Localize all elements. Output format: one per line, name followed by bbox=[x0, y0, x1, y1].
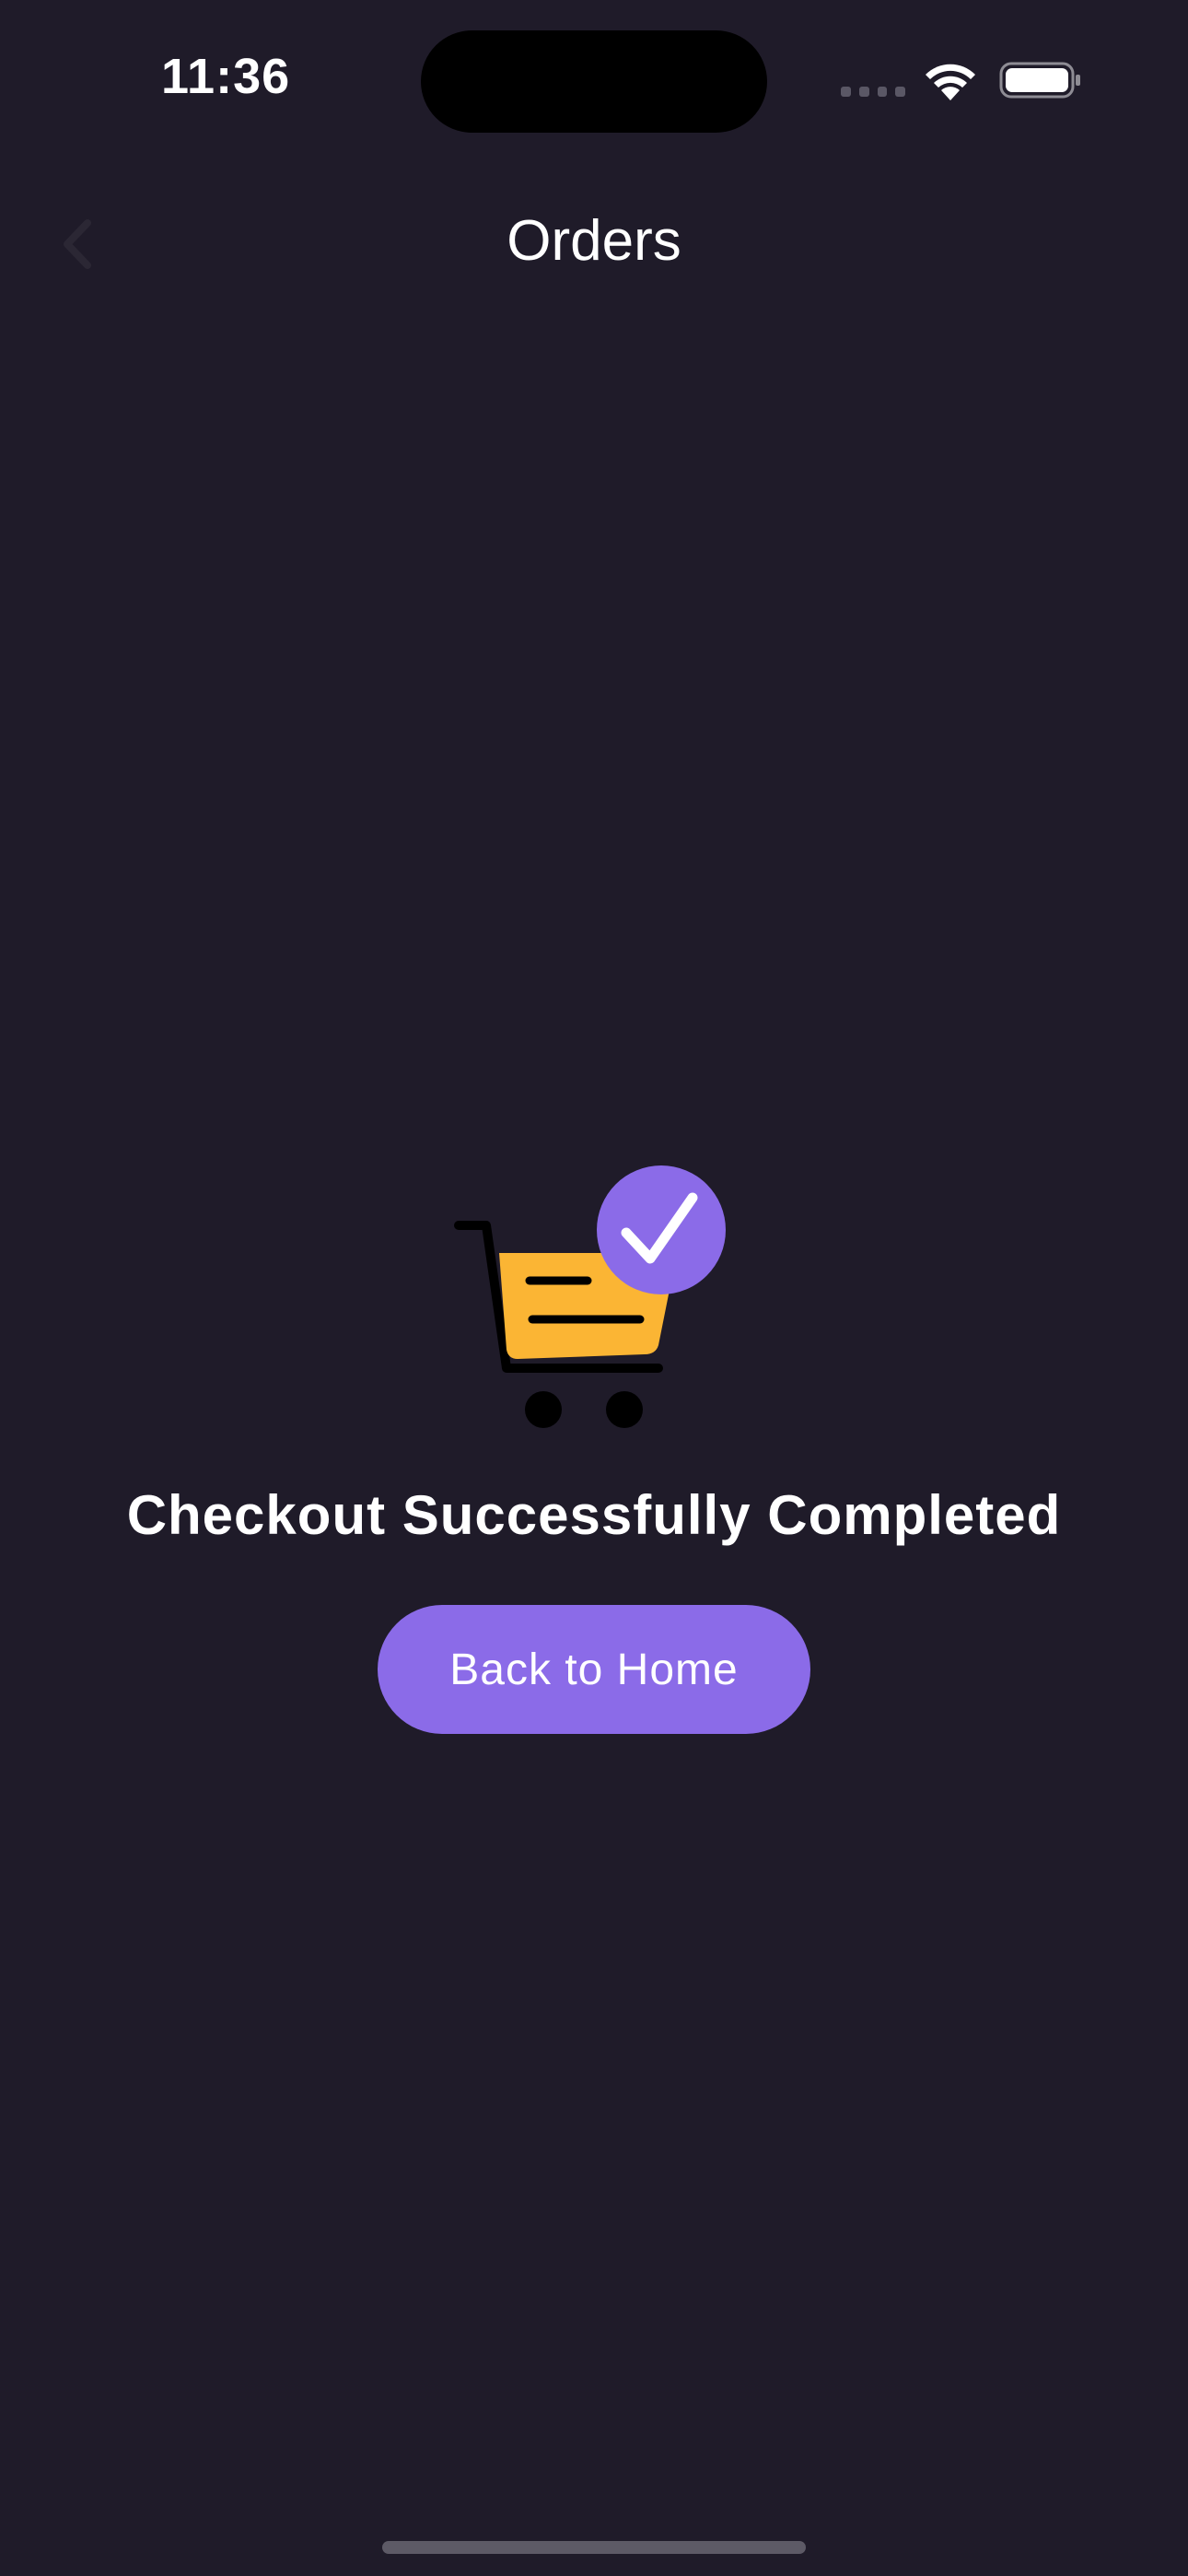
status-time: 11:36 bbox=[161, 49, 291, 104]
battery-icon bbox=[999, 62, 1080, 99]
success-title: Checkout Successfully Completed bbox=[126, 1484, 1062, 1546]
dynamic-island bbox=[421, 30, 767, 133]
page-title: Orders bbox=[507, 209, 681, 273]
cart-checkmark-icon bbox=[454, 1165, 726, 1428]
back-to-home-button[interactable]: Back to Home bbox=[378, 1605, 810, 1734]
status-bar: 11:36 bbox=[0, 0, 1188, 157]
signal-dots-icon bbox=[841, 87, 905, 100]
navigation-bar: Orders bbox=[0, 184, 1188, 304]
home-indicator[interactable] bbox=[382, 2541, 806, 2554]
wifi-icon bbox=[926, 64, 975, 100]
checkout-success-screen: 11:36 Orders Checkout Successfully Compl… bbox=[0, 0, 1188, 2576]
